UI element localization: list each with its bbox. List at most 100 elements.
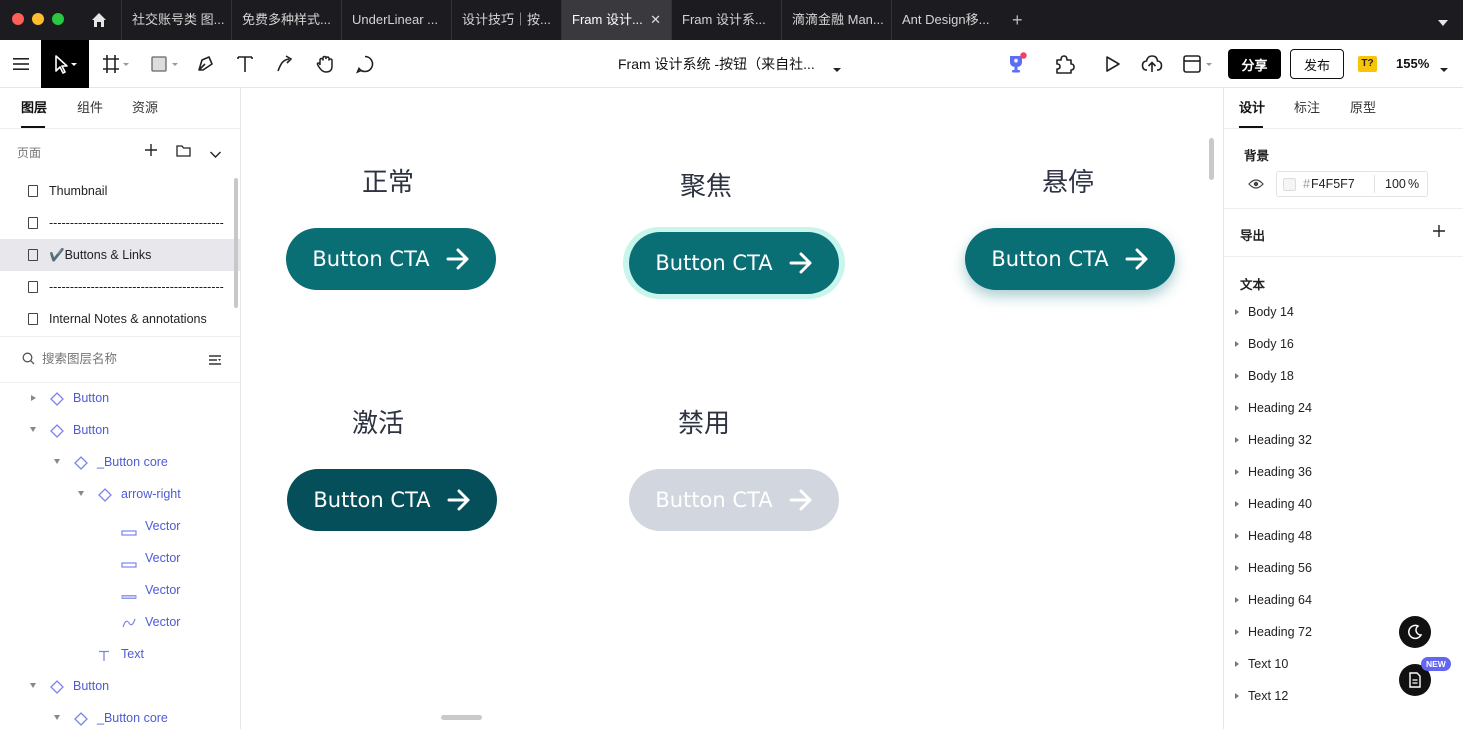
page-item-divider-2[interactable]: ----------------------------------------… xyxy=(0,271,240,303)
tab-layers[interactable]: 图层 xyxy=(21,88,47,128)
title-dropdown-icon[interactable] xyxy=(832,61,842,79)
text-style-item[interactable]: Heading 56 xyxy=(1224,552,1463,584)
filter-icon[interactable] xyxy=(208,353,222,371)
expand-caret-icon[interactable] xyxy=(1235,533,1239,539)
tab-6[interactable]: Fram 设计系... xyxy=(671,0,781,40)
expand-caret-icon[interactable] xyxy=(1235,309,1239,315)
background-color-field[interactable]: # F4F5F7 100 % xyxy=(1276,171,1428,197)
publish-button[interactable]: 发布 xyxy=(1290,49,1344,79)
play-icon[interactable] xyxy=(1098,40,1126,88)
chevron-down-icon[interactable] xyxy=(1437,15,1449,33)
layer-button[interactable]: Button xyxy=(73,670,109,702)
tab-4[interactable]: 设计技巧｜按... xyxy=(451,0,561,40)
zoom-dropdown-icon[interactable] xyxy=(1439,61,1449,79)
design-canvas[interactable]: 正常 聚焦 悬停 激活 禁用 Button CTA Button CTA But… xyxy=(241,88,1223,729)
page-item-thumbnail[interactable]: Thumbnail xyxy=(0,175,240,207)
comment-tool-icon[interactable] xyxy=(350,40,380,88)
plugin-icon[interactable] xyxy=(1050,40,1078,88)
layer-vector[interactable]: Vector xyxy=(145,606,180,638)
collapse-pages-icon[interactable] xyxy=(209,146,222,164)
layer-button[interactable]: Button xyxy=(73,414,109,446)
layer-search-input[interactable] xyxy=(42,348,192,370)
hand-tool-icon[interactable] xyxy=(310,40,340,88)
assistant-badge[interactable]: T? xyxy=(1358,56,1377,72)
expand-caret-icon[interactable] xyxy=(1235,501,1239,507)
collapse-caret-icon[interactable] xyxy=(78,491,84,496)
cta-button-hover[interactable]: Button CTA xyxy=(965,228,1175,290)
text-style-item[interactable]: Heading 40 xyxy=(1224,488,1463,520)
page-item-buttons-links[interactable]: ✔️Buttons & Links xyxy=(0,239,240,271)
tab-2[interactable]: 免费多种样式... xyxy=(231,0,341,40)
cta-button-focus[interactable]: Button CTA xyxy=(629,232,839,294)
text-style-item[interactable]: Heading 36 xyxy=(1224,456,1463,488)
text-tool-icon[interactable] xyxy=(230,40,260,88)
document-title[interactable]: Fram 设计系统 -按钮（来自社... xyxy=(618,40,815,88)
expand-caret-icon[interactable] xyxy=(1235,693,1239,699)
folder-icon[interactable] xyxy=(176,144,191,162)
cta-button-normal[interactable]: Button CTA xyxy=(286,228,496,290)
layer-button-core[interactable]: _Button core xyxy=(97,702,168,729)
minimize-window-button[interactable] xyxy=(32,13,44,25)
cta-button-disabled[interactable]: Button CTA xyxy=(629,469,839,531)
frame-tool-icon[interactable] xyxy=(97,40,133,88)
text-style-item[interactable]: Heading 64 xyxy=(1224,584,1463,616)
close-tab-icon[interactable]: ✕ xyxy=(650,0,661,40)
upload-cloud-icon[interactable] xyxy=(1138,40,1166,88)
collapse-caret-icon[interactable] xyxy=(30,427,36,432)
expand-caret-icon[interactable] xyxy=(1235,405,1239,411)
expand-caret-icon[interactable] xyxy=(1235,565,1239,571)
menu-icon[interactable] xyxy=(0,40,41,88)
expand-caret-icon[interactable] xyxy=(1235,597,1239,603)
text-style-item[interactable]: Heading 48 xyxy=(1224,520,1463,552)
eye-icon[interactable] xyxy=(1248,177,1264,195)
tab-inspect[interactable]: 标注 xyxy=(1294,88,1320,128)
collapse-caret-icon[interactable] xyxy=(54,459,60,464)
pen-tool-icon[interactable] xyxy=(190,40,220,88)
text-style-item[interactable]: Body 16 xyxy=(1224,328,1463,360)
tab-components[interactable]: 组件 xyxy=(77,88,103,128)
layer-button[interactable]: Button xyxy=(73,382,109,414)
collapse-caret-icon[interactable] xyxy=(30,683,36,688)
add-export-icon[interactable] xyxy=(1432,224,1446,243)
dark-mode-button[interactable] xyxy=(1399,616,1431,648)
text-style-item[interactable]: Heading 32 xyxy=(1224,424,1463,456)
zoom-level[interactable]: 155% xyxy=(1396,40,1429,88)
new-tab-icon[interactable]: + xyxy=(1012,10,1023,31)
text-style-item[interactable]: Heading 24 xyxy=(1224,392,1463,424)
tab-8[interactable]: Ant Design移... xyxy=(891,0,1001,40)
layer-text[interactable]: Text xyxy=(121,638,144,670)
expand-caret-icon[interactable] xyxy=(1235,341,1239,347)
tab-design[interactable]: 设计 xyxy=(1239,88,1265,128)
hex-value[interactable]: F4F5F7 xyxy=(1311,177,1355,191)
rectangle-tool-icon[interactable] xyxy=(146,40,182,88)
tab-prototype[interactable]: 原型 xyxy=(1350,88,1376,128)
canvas-horizontal-scrollbar[interactable] xyxy=(441,715,482,720)
page-item-divider[interactable]: ----------------------------------------… xyxy=(0,207,240,239)
text-style-item[interactable]: Body 18 xyxy=(1224,360,1463,392)
tab-assets[interactable]: 资源 xyxy=(132,88,158,128)
move-tool-icon[interactable] xyxy=(41,40,89,88)
layer-vector[interactable]: Vector xyxy=(145,542,180,574)
home-icon[interactable] xyxy=(90,11,108,34)
opacity-value[interactable]: 100 xyxy=(1385,177,1406,191)
connector-tool-icon[interactable] xyxy=(270,40,300,88)
layer-vector[interactable]: Vector xyxy=(145,574,180,606)
tab-1[interactable]: 社交账号类 图... xyxy=(121,0,231,40)
expand-caret-icon[interactable] xyxy=(31,395,36,401)
collapse-caret-icon[interactable] xyxy=(54,715,60,720)
layer-arrow-right[interactable]: arrow-right xyxy=(121,478,181,510)
add-page-icon[interactable] xyxy=(144,143,158,162)
canvas-vertical-scrollbar[interactable] xyxy=(1209,138,1214,180)
layer-button-core[interactable]: _Button core xyxy=(97,446,168,478)
share-button[interactable]: 分享 xyxy=(1228,49,1281,79)
expand-caret-icon[interactable] xyxy=(1235,629,1239,635)
expand-caret-icon[interactable] xyxy=(1235,437,1239,443)
layout-icon[interactable] xyxy=(1180,40,1216,88)
expand-caret-icon[interactable] xyxy=(1235,373,1239,379)
tab-7[interactable]: 滴滴金融 Man... xyxy=(781,0,891,40)
pages-scrollbar[interactable] xyxy=(234,178,238,308)
cta-button-active[interactable]: Button CTA xyxy=(287,469,497,531)
tab-3[interactable]: UnderLinear ... xyxy=(341,0,451,40)
close-window-button[interactable] xyxy=(12,13,24,25)
expand-caret-icon[interactable] xyxy=(1235,661,1239,667)
